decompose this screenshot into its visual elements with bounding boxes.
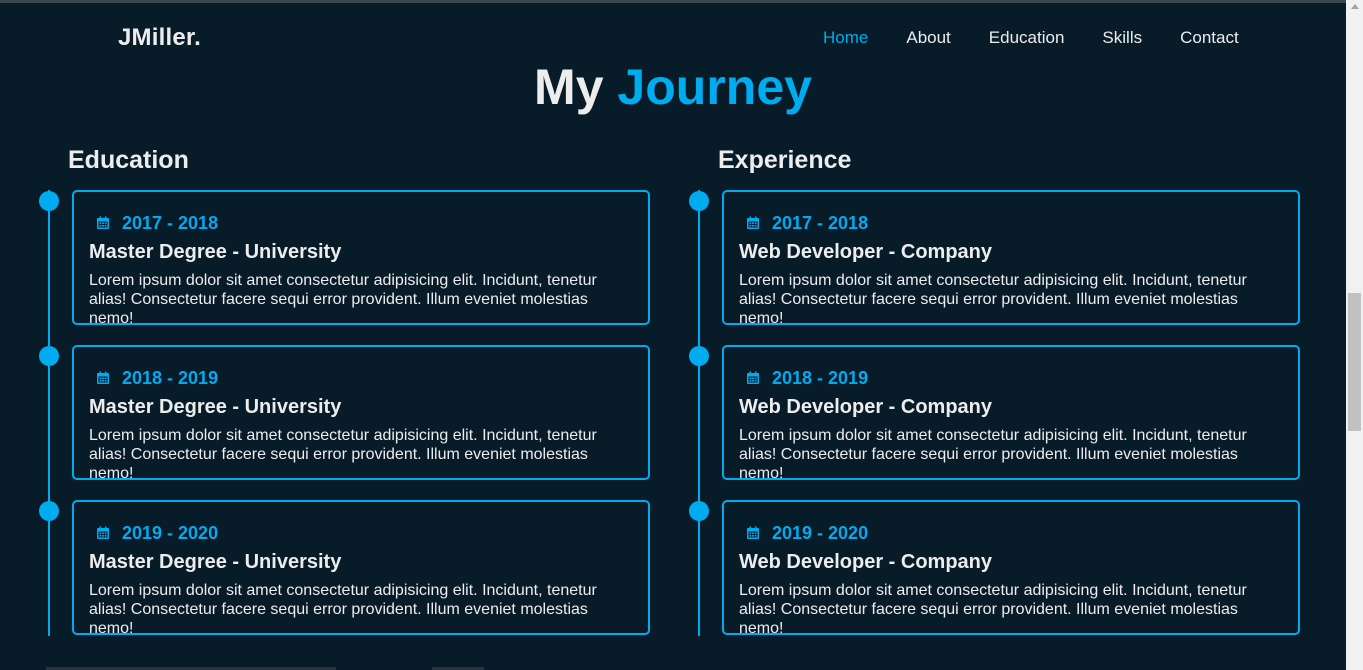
education-card: 2017 - 2018 Master Degree - University L… [72,190,650,327]
calendar-icon [746,526,760,540]
education-item: 2018 - 2019 Master Degree - University L… [39,345,680,482]
main-nav: Home About Education Skills Contact [823,28,1277,48]
date-row: 2019 - 2020 [739,522,1283,544]
timeline-dot [689,191,709,211]
window-top-border [0,0,1363,3]
vertical-scrollbar[interactable] [1346,0,1363,670]
experience-item: 2017 - 2018 Web Developer - Company Lore… [689,190,1330,327]
scroll-up-arrow-icon[interactable] [1351,4,1359,9]
experience-card: 2018 - 2019 Web Developer - Company Lore… [722,345,1300,482]
education-item: 2019 - 2020 Master Degree - University L… [39,500,680,637]
card-title: Master Degree - University [89,241,342,263]
experience-title: Experience [718,146,852,174]
card-title: Web Developer - Company [739,551,993,573]
card-description: Lorem ipsum dolor sit amet consectetur a… [89,427,597,482]
date-text: 2019 - 2020 [772,522,869,543]
scrollbar-thumb[interactable] [1348,293,1361,431]
card-description: Lorem ipsum dolor sit amet consectetur a… [739,582,1247,637]
card-description: Lorem ipsum dolor sit amet consectetur a… [89,582,597,637]
portfolio-page: JMiller. Home About Education Skills Con… [0,0,1363,670]
date-text: 2017 - 2018 [772,212,869,233]
nav-education[interactable]: Education [989,28,1065,48]
calendar-icon [96,371,110,385]
experience-item: 2019 - 2020 Web Developer - Company Lore… [689,500,1330,637]
timeline-dot [689,501,709,521]
education-card: 2018 - 2019 Master Degree - University L… [72,345,650,482]
date-row: 2017 - 2018 [89,212,633,234]
experience-item: 2018 - 2019 Web Developer - Company Lore… [689,345,1330,482]
card-description: Lorem ipsum dolor sit amet consectetur a… [739,272,1247,327]
timeline-dot [39,346,59,366]
card-title: Master Degree - University [89,396,342,418]
date-text: 2019 - 2020 [122,522,219,543]
experience-card: 2019 - 2020 Web Developer - Company Lore… [722,500,1300,637]
card-description: Lorem ipsum dolor sit amet consectetur a… [739,427,1247,482]
card-title: Web Developer - Company [739,241,993,263]
nav-home[interactable]: Home [823,28,868,48]
calendar-icon [746,216,760,230]
date-row: 2018 - 2019 [739,367,1283,389]
heading-accent: Journey [617,59,812,115]
education-item: 2017 - 2018 Master Degree - University L… [39,190,680,327]
date-row: 2019 - 2020 [89,522,633,544]
card-description: Lorem ipsum dolor sit amet consectetur a… [89,272,597,327]
education-timeline: 2017 - 2018 Master Degree - University L… [39,190,680,637]
section-heading: My Journey [0,58,1346,116]
experience-card: 2017 - 2018 Web Developer - Company Lore… [722,190,1300,327]
nav-skills[interactable]: Skills [1102,28,1142,48]
timeline-dot [689,346,709,366]
education-card: 2019 - 2020 Master Degree - University L… [72,500,650,637]
date-row: 2018 - 2019 [89,367,633,389]
card-title: Master Degree - University [89,551,342,573]
calendar-icon [746,371,760,385]
experience-timeline: 2017 - 2018 Web Developer - Company Lore… [689,190,1330,637]
date-text: 2018 - 2019 [122,367,219,388]
date-text: 2018 - 2019 [772,367,869,388]
calendar-icon [96,526,110,540]
heading-main: My [534,59,604,115]
nav-about[interactable]: About [906,28,950,48]
calendar-icon [96,216,110,230]
site-logo[interactable]: JMiller. [118,24,201,52]
date-text: 2017 - 2018 [122,212,219,233]
card-title: Web Developer - Company [739,396,993,418]
timeline-dot [39,191,59,211]
timeline-dot [39,501,59,521]
nav-contact[interactable]: Contact [1180,28,1239,48]
date-row: 2017 - 2018 [739,212,1283,234]
education-title: Education [68,146,189,174]
